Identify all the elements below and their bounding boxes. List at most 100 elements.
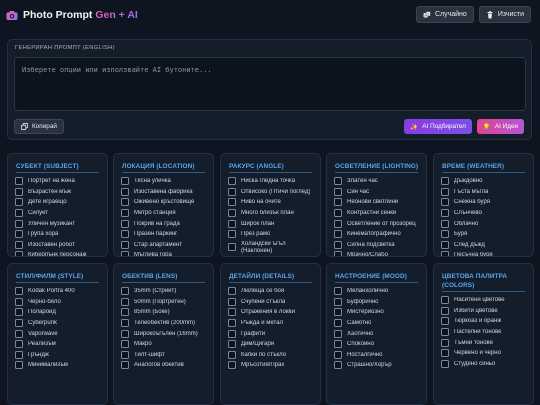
option-checkbox[interactable]	[228, 209, 236, 218]
option-item[interactable]: Минимализъм	[15, 360, 104, 371]
option-item[interactable]: Буря	[441, 229, 530, 240]
option-checkbox[interactable]	[121, 361, 129, 370]
option-checkbox[interactable]	[121, 177, 129, 186]
option-checkbox[interactable]	[441, 338, 449, 347]
option-checkbox[interactable]	[441, 359, 449, 368]
option-checkbox[interactable]	[334, 361, 342, 370]
option-item[interactable]: Песъчна буря	[441, 250, 530, 256]
option-item[interactable]: Много близък план	[228, 208, 317, 219]
option-checkbox[interactable]	[441, 328, 449, 337]
option-item[interactable]: Уличен музикант	[15, 218, 104, 229]
option-item[interactable]: Мрачно/Слабо	[334, 250, 423, 256]
option-checkbox[interactable]	[121, 308, 129, 317]
option-item[interactable]: Отражения в локви	[228, 307, 317, 318]
copy-button[interactable]: Копирай	[14, 119, 64, 134]
option-checkbox[interactable]	[15, 187, 23, 196]
option-item[interactable]: Кибер­пънк персонаж	[15, 250, 104, 256]
option-item[interactable]: Дете играещо	[15, 197, 104, 208]
clear-button[interactable]: Изчисти	[478, 6, 531, 23]
option-checkbox[interactable]	[228, 198, 236, 207]
option-item[interactable]: Холандски ъгъл (Наклонен)	[228, 240, 317, 256]
option-checkbox[interactable]	[15, 297, 23, 306]
option-item[interactable]: Самотно	[334, 318, 423, 329]
option-item[interactable]: Ниска гледна точка	[228, 176, 317, 187]
option-checkbox[interactable]	[441, 349, 449, 358]
option-item[interactable]: Пастелни тонове	[441, 327, 530, 338]
option-item[interactable]: Мъглива гора	[121, 250, 210, 256]
option-item[interactable]: Графити	[228, 328, 317, 339]
option-item[interactable]: Дим/Цигари	[228, 339, 317, 350]
option-item[interactable]: Полароид	[15, 307, 104, 318]
option-item[interactable]: Мистериозно	[334, 307, 423, 318]
option-checkbox[interactable]	[15, 230, 23, 239]
option-item[interactable]: Наситени цветове	[441, 295, 530, 306]
option-checkbox[interactable]	[121, 287, 129, 296]
option-checkbox[interactable]	[334, 251, 342, 256]
option-checkbox[interactable]	[334, 230, 342, 239]
option-checkbox[interactable]	[15, 219, 23, 228]
option-item[interactable]: 50mm (Портретен)	[121, 297, 210, 308]
option-checkbox[interactable]	[228, 297, 236, 306]
option-checkbox[interactable]	[228, 350, 236, 359]
option-item[interactable]: Тъмни тонове	[441, 337, 530, 348]
option-checkbox[interactable]	[228, 177, 236, 186]
option-item[interactable]: Cyberpunk	[15, 318, 104, 329]
option-item[interactable]: Широкоъгълен (16mm)	[121, 328, 210, 339]
option-checkbox[interactable]	[15, 287, 23, 296]
option-item[interactable]: Мръсотия/Прах	[228, 360, 317, 371]
option-checkbox[interactable]	[441, 177, 449, 186]
option-checkbox[interactable]	[334, 350, 342, 359]
option-checkbox[interactable]	[15, 340, 23, 349]
option-checkbox[interactable]	[334, 329, 342, 338]
option-checkbox[interactable]	[228, 308, 236, 317]
option-item[interactable]: Контрастни сенки	[334, 208, 423, 219]
option-checkbox[interactable]	[15, 240, 23, 249]
random-button[interactable]: Случайно	[415, 6, 474, 23]
option-checkbox[interactable]	[15, 308, 23, 317]
option-checkbox[interactable]	[441, 317, 449, 326]
option-checkbox[interactable]	[121, 319, 129, 328]
option-checkbox[interactable]	[15, 329, 23, 338]
option-checkbox[interactable]	[334, 287, 342, 296]
option-item[interactable]: Хаотично	[334, 328, 423, 339]
option-checkbox[interactable]	[334, 187, 342, 196]
option-item[interactable]: Аналогов обектив	[121, 360, 210, 371]
option-item[interactable]: Кинематографично	[334, 229, 423, 240]
option-checkbox[interactable]	[228, 319, 236, 328]
option-item[interactable]: Възрастен мъж	[15, 187, 104, 198]
option-item[interactable]: Метро станция	[121, 208, 210, 219]
option-item[interactable]: Широк план	[228, 218, 317, 229]
option-checkbox[interactable]	[15, 350, 23, 359]
option-checkbox[interactable]	[334, 308, 342, 317]
option-checkbox[interactable]	[441, 219, 449, 228]
option-checkbox[interactable]	[441, 306, 449, 315]
option-item[interactable]: Силна подсветка	[334, 240, 423, 251]
option-item[interactable]: Син час	[334, 187, 423, 198]
option-checkbox[interactable]	[121, 251, 129, 256]
option-checkbox[interactable]	[121, 297, 129, 306]
option-checkbox[interactable]	[121, 230, 129, 239]
option-checkbox[interactable]	[121, 240, 129, 249]
option-item[interactable]: Изоставена фабрика	[121, 187, 210, 198]
ai-pick-button[interactable]: ✨ AI Подбирател	[404, 119, 472, 134]
option-checkbox[interactable]	[121, 329, 129, 338]
option-checkbox[interactable]	[441, 251, 449, 256]
option-checkbox[interactable]	[121, 219, 129, 228]
option-item[interactable]: Гъста мъгла	[441, 187, 530, 198]
option-item[interactable]: Избити цветове	[441, 306, 530, 317]
option-checkbox[interactable]	[334, 219, 342, 228]
option-item[interactable]: Осветление от прозорец	[334, 218, 423, 229]
option-checkbox[interactable]	[121, 350, 129, 359]
option-item[interactable]: Оживено кръстовище	[121, 197, 210, 208]
option-item[interactable]: Черно-бяло	[15, 297, 104, 308]
option-item[interactable]: Гръндж	[15, 350, 104, 361]
option-checkbox[interactable]	[121, 198, 129, 207]
option-checkbox[interactable]	[228, 340, 236, 349]
option-checkbox[interactable]	[228, 242, 236, 251]
option-item[interactable]: Празен паркинг	[121, 229, 210, 240]
option-item[interactable]: Облачно	[441, 218, 530, 229]
option-item[interactable]: Реализъм	[15, 339, 104, 350]
option-item[interactable]: Страшно/Хорър	[334, 360, 423, 371]
option-item[interactable]: Отвисоко (Птичи поглед)	[228, 187, 317, 198]
option-checkbox[interactable]	[334, 297, 342, 306]
